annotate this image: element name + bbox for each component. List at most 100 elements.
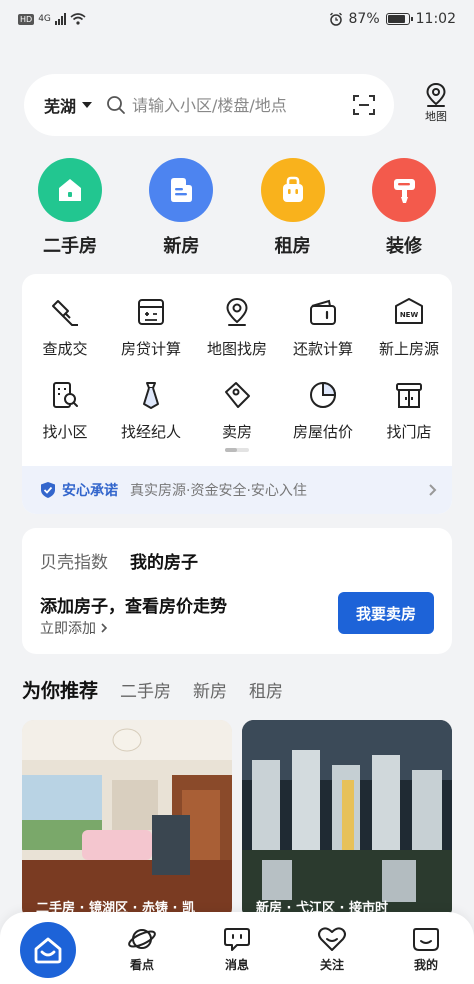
category-label: 装修 — [385, 236, 422, 257]
listing-card[interactable]: 新房 · 弋江区 · 接市时 — [242, 720, 452, 920]
tool-label: 找门店 — [386, 423, 432, 441]
listing-photo — [22, 720, 232, 920]
map-label: 地图 — [425, 110, 447, 123]
category-rent[interactable]: 租房 — [249, 158, 337, 258]
map-pin-icon — [221, 296, 253, 328]
category-second-hand[interactable]: 二手房 — [26, 158, 114, 258]
index-tabs: 贝壳指数 我的房子 — [40, 548, 198, 573]
listing-card[interactable]: 二手房 · 镜湖区 · 赤铸 · 凯 — [22, 720, 232, 920]
tab-second-hand[interactable]: 二手房 — [120, 677, 171, 702]
pie-chart-icon — [307, 379, 339, 411]
tool-new-listings[interactable]: NEW 新上房源 — [366, 296, 452, 359]
tool-find-community[interactable]: 找小区 — [22, 379, 108, 442]
promise-banner[interactable]: 安心承诺 真实房源·资金安全·安心入住 — [22, 466, 452, 514]
new-badge-icon: NEW — [393, 296, 425, 328]
caret-down-icon — [82, 102, 93, 108]
agent-tie-icon — [135, 379, 167, 411]
category-icon-bg — [371, 158, 436, 222]
battery-percent: 87% — [348, 11, 380, 27]
recommend-title[interactable]: 为你推荐 — [22, 676, 98, 703]
heart-icon — [318, 927, 346, 951]
map-pin-icon — [426, 82, 446, 107]
tab-beike-index[interactable]: 贝壳指数 — [40, 548, 108, 573]
category-new-house[interactable]: 新房 — [137, 158, 225, 258]
battery-icon — [385, 13, 413, 25]
rent-bag-icon — [282, 176, 303, 202]
new-badge-text: NEW — [400, 311, 419, 319]
tool-label: 新上房源 — [378, 340, 439, 358]
nav-label: 看点 — [129, 958, 154, 972]
alarm-icon — [329, 12, 342, 26]
index-card-title: 添加房子，查看房价走势 — [40, 597, 227, 617]
planet-icon — [128, 929, 156, 949]
nav-kandian[interactable]: 看点 — [117, 926, 167, 973]
tool-label: 地图找房 — [206, 340, 267, 358]
price-tag-icon — [221, 379, 253, 411]
tool-label: 卖房 — [221, 423, 252, 441]
tool-label: 找经纪人 — [120, 423, 181, 441]
tool-deal-records[interactable]: 查成交 — [22, 296, 108, 359]
tool-map-search[interactable]: 地图找房 — [194, 296, 280, 359]
nav-label: 关注 — [319, 958, 344, 972]
building-search-icon — [49, 379, 81, 411]
message-icon — [224, 928, 250, 951]
chevron-right-icon — [101, 623, 108, 633]
tool-loan-calc[interactable]: 房贷计算 — [108, 296, 194, 359]
tools-card: 查成交 房贷计算 地图找房 还款计算 NEW 新上房源 找小区 找经纪人 卖房 — [22, 274, 452, 514]
city-selector[interactable]: 芜湖 — [44, 93, 93, 117]
search-input[interactable] — [132, 95, 323, 115]
category-icon-bg — [260, 158, 325, 222]
category-icon-bg — [149, 158, 214, 222]
tab-my-house[interactable]: 我的房子 — [130, 548, 198, 573]
signal-icon — [54, 13, 66, 25]
search-box[interactable]: 芜湖 — [24, 74, 394, 136]
hd-badge: HD — [18, 13, 35, 25]
tool-label: 查成交 — [42, 340, 88, 358]
wifi-icon — [70, 13, 86, 25]
category-row: 二手房 新房 租房 装修 — [16, 158, 458, 258]
calculator-icon — [135, 296, 167, 328]
tool-label: 找小区 — [42, 423, 88, 441]
status-right: 87% 11:02 — [329, 11, 456, 27]
tools-grid: 查成交 房贷计算 地图找房 还款计算 NEW 新上房源 找小区 找经纪人 卖房 — [22, 296, 452, 442]
tool-find-store[interactable]: 找门店 — [366, 379, 452, 442]
store-icon — [393, 379, 425, 411]
house-icon — [59, 179, 81, 201]
status-left: HD 4G — [18, 13, 86, 25]
search-row: 芜湖 地图 — [24, 74, 454, 136]
chevron-right-icon — [429, 484, 437, 496]
tool-label: 房屋估价 — [292, 423, 353, 441]
recommend-tabs: 为你推荐 二手房 新房 租房 — [22, 676, 283, 703]
promise-text: 真实房源·资金安全·安心入住 — [130, 483, 307, 499]
nav-messages[interactable]: 消息 — [212, 926, 262, 973]
category-label: 新房 — [163, 236, 200, 257]
wallet-icon — [307, 296, 339, 328]
sell-house-button[interactable]: 我要卖房 — [338, 592, 434, 634]
paint-roller-icon — [393, 179, 415, 203]
category-label: 租房 — [274, 236, 311, 257]
home-button[interactable] — [20, 922, 76, 978]
tool-sell-house[interactable]: 卖房 — [194, 379, 280, 442]
tool-find-agent[interactable]: 找经纪人 — [108, 379, 194, 442]
nav-follow[interactable]: 关注 — [307, 926, 357, 973]
city-label: 芜湖 — [44, 97, 77, 116]
tool-repay-calc[interactable]: 还款计算 — [280, 296, 366, 359]
add-house-label: 立即添加 — [40, 621, 96, 637]
promise-title: 安心承诺 — [62, 483, 118, 499]
gavel-icon — [49, 296, 81, 328]
tool-valuation[interactable]: 房屋估价 — [280, 379, 366, 442]
clock: 11:02 — [415, 11, 456, 27]
listing-photo — [242, 720, 452, 920]
category-decoration[interactable]: 装修 — [360, 158, 448, 258]
page-indicator — [225, 448, 249, 452]
scan-icon[interactable] — [352, 93, 376, 117]
home-logo-icon — [34, 937, 62, 964]
smile-face-icon — [413, 928, 439, 951]
tab-new-house[interactable]: 新房 — [193, 677, 227, 702]
network-4g-label: 4G — [38, 14, 51, 24]
tab-rent[interactable]: 租房 — [249, 677, 283, 702]
nav-mine[interactable]: 我的 — [401, 926, 451, 973]
category-icon-bg — [38, 158, 102, 222]
add-house-link[interactable]: 立即添加 — [40, 618, 108, 638]
map-button[interactable]: 地图 — [418, 82, 454, 124]
